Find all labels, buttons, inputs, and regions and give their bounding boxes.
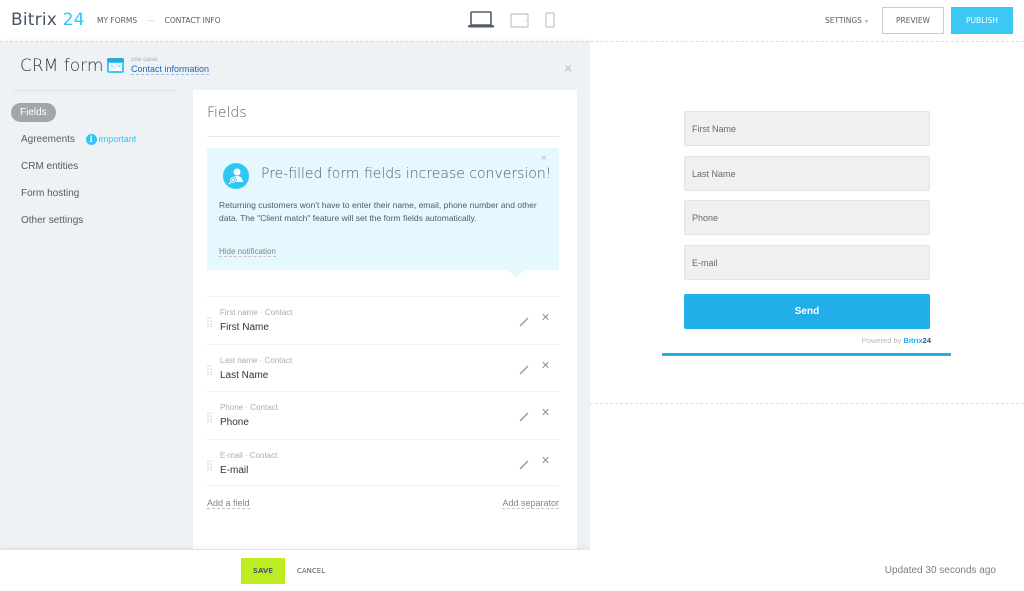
chevron-down-icon: ▾ (864, 18, 868, 25)
field-name: E-mail (220, 464, 249, 476)
field-name: Last Name (220, 369, 269, 381)
device-switcher (468, 11, 555, 33)
important-label: important (98, 134, 137, 144)
settings-menu[interactable]: SETTINGS ▾ (825, 16, 868, 25)
sidebar-item-label: Agreements (21, 134, 75, 145)
code-window-icon: </> (107, 58, 124, 73)
top-bar: Bitrix 24 MY FORMS — CONTACT INFO SETTIN… (0, 0, 1024, 42)
drag-handle-icon[interactable] (207, 457, 212, 470)
powered-brand: Bitrix24 (903, 336, 931, 345)
notification-title: Pre-filled form fields increase conversi… (261, 166, 552, 182)
notification-body: Returning customers won't have to enter … (219, 200, 537, 223)
send-button[interactable]: Send (684, 294, 930, 329)
settings-label: SETTINGS (825, 16, 862, 25)
notification-banner: × Pre-filled form fields increase conver… (207, 148, 559, 278)
preview-button[interactable]: PREVIEW (882, 7, 944, 34)
pencil-icon[interactable] (519, 314, 529, 327)
phone-input[interactable]: Phone (684, 200, 930, 235)
add-field-link[interactable]: Add a field (207, 498, 250, 509)
save-button[interactable]: SAVE (241, 558, 285, 584)
close-icon[interactable]: × (541, 153, 547, 164)
breadcrumb-my-forms[interactable]: MY FORMS (97, 16, 137, 25)
delete-icon[interactable]: ✕ (541, 311, 550, 324)
hide-notification-link[interactable]: Hide notification (219, 247, 276, 257)
info-icon: i (85, 134, 97, 145)
last-name-input[interactable]: Last Name (684, 156, 930, 191)
powered-by[interactable]: Powered by Bitrix24 (862, 336, 931, 345)
sidebar-item-fields[interactable]: Fields (11, 103, 56, 122)
field-name: First Name (220, 322, 269, 333)
usecase-link[interactable]: Contact information (131, 64, 210, 75)
list-item[interactable]: Last name · Contact Last Name ✕ (207, 343, 559, 392)
breadcrumb-separator: — (147, 16, 155, 25)
sidebar-item-other-settings[interactable]: Other settings (21, 215, 83, 226)
field-name: Phone (220, 417, 249, 428)
field-caption: Phone · Contact (220, 403, 278, 412)
panel-title: CRM form (20, 56, 104, 76)
delete-icon[interactable]: ✕ (541, 454, 550, 467)
fields-card: Fields × Pre-filled form fields increase… (193, 90, 577, 550)
list-item[interactable]: First name · Contact First Name ✕ (207, 296, 559, 344)
powered-by-label: Powered by (861, 336, 902, 345)
sidebar-item-crm-entities[interactable]: CRM entities (21, 161, 78, 172)
delete-icon[interactable]: ✕ (541, 359, 550, 372)
field-caption: E-mail · Contact (220, 450, 278, 460)
field-caption: First name · Contact (220, 308, 293, 317)
sidebar-item-label: Fields (20, 107, 47, 118)
tablet-icon[interactable] (510, 13, 529, 33)
publish-button[interactable]: PUBLISH (951, 7, 1013, 34)
logo[interactable]: Bitrix 24 (11, 10, 85, 30)
updated-status: Updated 30 seconds ago (884, 565, 996, 576)
usecase-label: use case: (131, 56, 159, 63)
pencil-icon[interactable] (519, 409, 529, 422)
breadcrumb: MY FORMS — CONTACT INFO (97, 16, 221, 25)
sidebar-item-label: Other settings (21, 215, 84, 226)
preview-frame-border (590, 403, 1024, 404)
logo-number: 24 (62, 10, 85, 30)
sidebar-item-label: Form hosting (21, 188, 80, 199)
client-search-icon (223, 163, 249, 189)
pencil-icon[interactable] (519, 457, 529, 470)
email-input[interactable]: E-mail (684, 245, 930, 280)
notification-pointer (508, 270, 524, 278)
form-preview: First Name Last Name Phone E-mail Send P… (590, 42, 1024, 591)
list-item[interactable]: Phone · Contact Phone ✕ (207, 391, 559, 439)
add-separator-link[interactable]: Add separator (502, 498, 559, 509)
phone-icon[interactable] (545, 12, 555, 33)
logo-text: Bitrix (11, 10, 58, 30)
delete-icon[interactable]: ✕ (541, 406, 550, 419)
important-badge[interactable]: i important (85, 134, 137, 145)
close-icon[interactable]: × (564, 60, 572, 76)
fields-heading: Fields (207, 105, 247, 121)
drag-handle-icon[interactable] (207, 409, 212, 423)
pencil-icon[interactable] (519, 362, 529, 375)
drag-handle-icon[interactable] (207, 362, 212, 375)
list-item[interactable]: E-mail · Contact E-mail ✕ (207, 438, 559, 486)
sidebar-item-form-hosting[interactable]: Form hosting (21, 188, 79, 199)
first-name-input[interactable]: First Name (684, 111, 930, 146)
field-list: First name · Contact First Name ✕ Last n… (207, 296, 559, 486)
drag-handle-icon[interactable] (207, 314, 212, 328)
sidebar-item-agreements[interactable]: Agreements i important (21, 134, 136, 145)
divider (13, 90, 177, 91)
preview-underline (662, 353, 951, 356)
laptop-icon[interactable] (468, 11, 494, 33)
form-settings-panel: CRM form </> use case: Contact informati… (0, 42, 590, 550)
breadcrumb-contact-info[interactable]: CONTACT INFO (165, 16, 221, 25)
panel-footer: SAVE CANCEL (0, 549, 590, 591)
cancel-button[interactable]: CANCEL (297, 567, 325, 575)
field-caption: Last name · Contact (220, 355, 293, 365)
sidebar-item-label: CRM entities (21, 161, 79, 172)
divider (207, 136, 559, 137)
